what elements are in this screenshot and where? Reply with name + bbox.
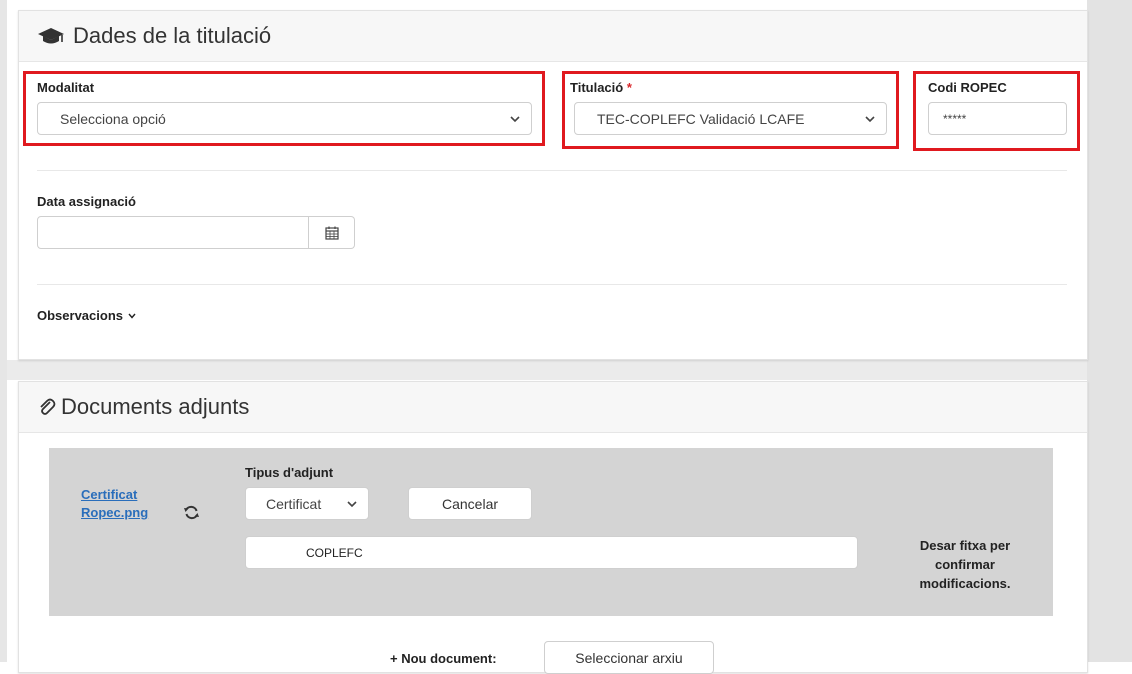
paperclip-icon	[37, 397, 57, 417]
titulacio-panel: Dades de la titulació	[18, 10, 1088, 360]
titulacio-panel-title: Dades de la titulació	[73, 23, 272, 48]
data-assignacio-input[interactable]	[37, 216, 309, 249]
modalitat-highlight	[23, 71, 545, 146]
attached-file-link[interactable]: Certificat Ropec.png	[81, 486, 148, 522]
titulacio-highlight	[562, 71, 899, 149]
data-assignacio-label: Data assignació	[37, 194, 136, 209]
calendar-button[interactable]	[309, 216, 355, 249]
refresh-icon[interactable]	[183, 505, 200, 520]
tipus-adjunt-label: Tipus d'adjunt	[245, 465, 334, 480]
cancel-button[interactable]: Cancelar	[408, 487, 532, 520]
documents-panel-title: Documents adjunts	[61, 394, 250, 419]
save-note-line-3: modificacions.	[919, 576, 1011, 591]
codi-ropec-highlight	[913, 71, 1080, 151]
attachment-description-input[interactable]: COPLEFC	[245, 536, 858, 569]
new-document-label: + Nou document:	[390, 651, 497, 666]
chevron-down-icon	[346, 498, 358, 510]
select-file-button[interactable]: Seleccionar arxiu	[544, 641, 714, 674]
left-page-gutter	[0, 0, 7, 662]
graduation-cap-icon	[37, 26, 65, 46]
tipus-adjunt-value: Certificat	[266, 495, 322, 512]
screen: Dades de la titulació Modalitat Seleccio…	[0, 0, 1132, 674]
panel-separator	[7, 360, 1087, 380]
titulacio-panel-header: Dades de la titulació	[19, 11, 1087, 62]
chevron-down-icon	[127, 311, 137, 321]
section-divider	[37, 170, 1067, 171]
calendar-icon	[324, 226, 339, 240]
save-note-line-1: Desar fitxa per	[919, 538, 1011, 553]
documents-panel-header: Documents adjunts	[19, 382, 1087, 433]
right-page-gutter	[1087, 0, 1132, 662]
observacions-toggle[interactable]: Observacions	[37, 308, 137, 323]
section-divider	[37, 284, 1067, 285]
save-note: Desar fitxa per confirmar modificacions.	[895, 536, 1035, 593]
tipus-adjunt-select[interactable]: Certificat	[245, 487, 369, 520]
observacions-label: Observacions	[37, 308, 123, 323]
file-name-line-1: Certificat	[81, 487, 138, 502]
file-name-line-2: Ropec.png	[81, 505, 149, 520]
save-note-line-2: confirmar	[935, 557, 995, 572]
